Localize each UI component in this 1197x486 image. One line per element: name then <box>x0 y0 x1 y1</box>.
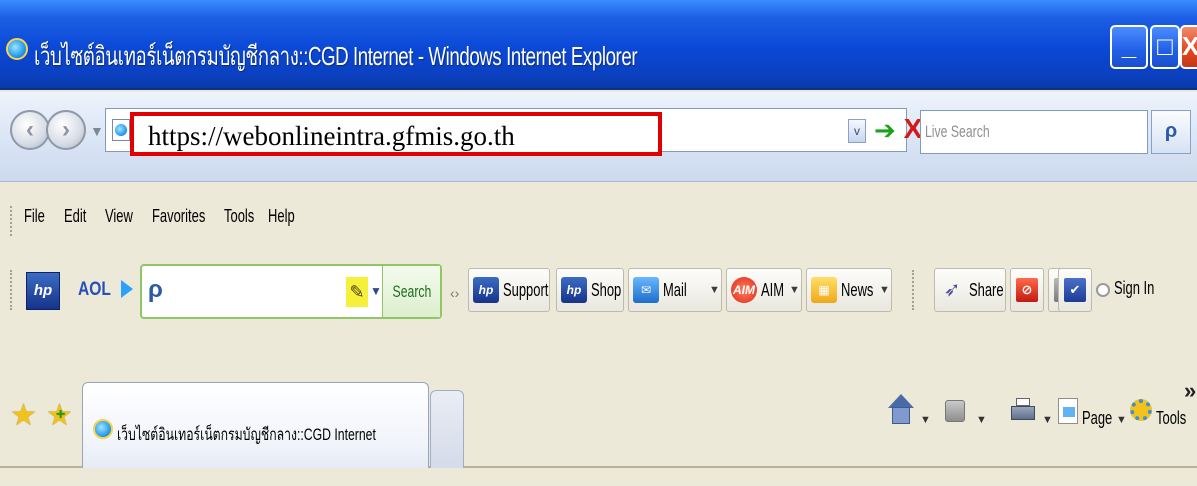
news-button[interactable]: ▦ News ▼ <box>806 268 892 312</box>
checklist-icon: ✔ <box>1064 278 1086 302</box>
menu-tools[interactable]: Tools <box>224 206 254 227</box>
search-button[interactable]: ρ <box>1151 110 1191 154</box>
checklist-button[interactable]: ✔ <box>1058 268 1092 312</box>
ie-logo-icon <box>6 38 28 60</box>
maximize-button[interactable]: □ <box>1150 25 1180 69</box>
sign-in-link[interactable]: Sign In <box>1114 278 1154 299</box>
forward-button[interactable]: › <box>46 110 86 150</box>
hp-icon: hp <box>473 277 499 303</box>
window-title: เว็บไซต์อินเทอร์เน็ตกรมบัญชีกลาง::CGD In… <box>34 41 638 71</box>
shop-button[interactable]: hp Shop <box>556 268 624 312</box>
shop-label: Shop <box>591 280 622 300</box>
aol-search-button[interactable]: Search <box>382 266 440 317</box>
popup-blocker-button[interactable]: ⊘ <box>1010 268 1044 312</box>
chevron-down-icon[interactable]: ▼ <box>1042 414 1053 426</box>
address-url[interactable]: https://webonlineintra.gfmis.go.th <box>148 121 515 152</box>
close-button[interactable]: X <box>1180 25 1197 69</box>
recent-pages-dropdown-icon[interactable]: ▼ <box>90 123 104 139</box>
new-tab-button[interactable] <box>430 390 464 468</box>
toolbar-grip[interactable] <box>10 270 13 310</box>
support-button[interactable]: hp Support <box>468 268 550 312</box>
sign-in-status-icon <box>1096 283 1110 297</box>
more-commands-chevron-icon[interactable]: » <box>1184 378 1196 404</box>
popup-blocker-icon: ⊘ <box>1016 278 1038 302</box>
gear-icon <box>1130 399 1152 421</box>
live-search-placeholder: Live Search <box>925 122 990 141</box>
print-body-shape <box>1011 406 1035 420</box>
page-menu-icon <box>1058 398 1078 424</box>
aol-arrow-icon <box>121 280 133 298</box>
mail-icon: ✉ <box>633 277 659 303</box>
news-label: News <box>841 280 874 300</box>
toolbar-grip[interactable] <box>912 270 915 310</box>
live-search-input[interactable]: Live Search <box>920 110 1148 154</box>
toolbar-separator: ‹› <box>450 285 460 301</box>
menu-view[interactable]: View <box>105 206 133 227</box>
news-icon: ▦ <box>811 277 837 303</box>
page-icon <box>112 119 130 141</box>
address-bar[interactable]: https://webonlineintra.gfmis.go.th v ➔ X <box>105 108 922 156</box>
tab-active[interactable]: เว็บไซต์อินเทอร์เน็ตกรมบัญชีกลาง::CGD In… <box>82 382 429 468</box>
print-paper-shape <box>1016 398 1030 406</box>
aim-label: AIM <box>761 280 785 300</box>
go-arrow-icon[interactable]: ➔ <box>874 115 896 146</box>
chevron-down-icon[interactable]: ▼ <box>789 284 800 296</box>
aol-logo[interactable]: AOL <box>78 279 111 301</box>
tools-menu-button[interactable]: Tools <box>1156 408 1197 429</box>
mail-label: Mail <box>663 280 687 300</box>
back-button[interactable]: ‹ <box>10 110 50 150</box>
chevron-down-icon[interactable]: ▼ <box>1116 414 1127 426</box>
title-bar[interactable]: เว็บไซต์อินเทอร์เน็ตกรมบัญชีกลาง::CGD In… <box>0 0 1197 90</box>
print-icon[interactable] <box>1011 398 1035 422</box>
aim-icon: AIM <box>731 277 757 303</box>
menu-edit[interactable]: Edit <box>64 206 86 227</box>
aol-search-label: Search <box>392 282 431 301</box>
home-icon[interactable] <box>888 394 914 428</box>
share-icon: ➶ <box>943 279 961 301</box>
feeds-icon[interactable] <box>945 400 965 422</box>
hp-logo-icon[interactable]: hp <box>26 272 60 310</box>
chevron-down-icon[interactable]: ▼ <box>370 284 382 298</box>
chevron-down-icon[interactable]: ▼ <box>920 414 931 426</box>
menu-bar: File Edit View Favorites Tools Help <box>0 192 1197 242</box>
support-label: Support <box>503 280 549 300</box>
tools-menu-label: Tools <box>1156 408 1187 428</box>
tab-row: ★ ★ เว็บไซต์อินเทอร์เน็ตกรมบัญชีกลาง::CG… <box>0 378 1197 468</box>
share-label: Share <box>969 280 1004 300</box>
share-button[interactable]: ➶ Share <box>934 268 1006 312</box>
menu-help[interactable]: Help <box>268 206 295 227</box>
toolbar-grip[interactable] <box>10 206 13 236</box>
chevron-down-icon[interactable]: ▼ <box>709 284 720 296</box>
mail-button[interactable]: ✉ Mail ▼ <box>628 268 722 312</box>
chevron-down-icon[interactable]: ▼ <box>976 414 987 426</box>
add-to-favorites-icon[interactable]: ★ <box>46 398 73 433</box>
menu-favorites[interactable]: Favorites <box>152 206 205 227</box>
ie-page-icon <box>93 419 113 439</box>
address-highlight-box: https://webonlineintra.gfmis.go.th <box>130 112 662 156</box>
favorites-center-star-icon[interactable]: ★ <box>10 398 37 433</box>
aim-button[interactable]: AIM AIM ▼ <box>726 268 802 312</box>
aol-toolbar: hp AOL ρ ✎ ▼ Search ‹› hp Support hp Sho… <box>0 250 1197 330</box>
menu-file[interactable]: File <box>24 206 45 227</box>
home-body-shape <box>892 407 910 424</box>
home-roof-shape <box>888 394 914 408</box>
chevron-down-icon[interactable]: ▼ <box>879 284 890 296</box>
search-icon: ρ <box>148 276 163 303</box>
address-dropdown-button[interactable]: v <box>848 119 866 143</box>
aol-search-input[interactable]: ρ ✎ ▼ Search <box>140 264 442 319</box>
pencil-icon[interactable]: ✎ <box>346 277 368 307</box>
minimize-button[interactable]: _ <box>1110 25 1148 69</box>
page-menu-label: Page <box>1082 408 1113 428</box>
hp-icon: hp <box>561 277 587 303</box>
tab-title: เว็บไซต์อินเทอร์เน็ตกรมบัญชีกลาง::CGD In… <box>117 425 376 444</box>
